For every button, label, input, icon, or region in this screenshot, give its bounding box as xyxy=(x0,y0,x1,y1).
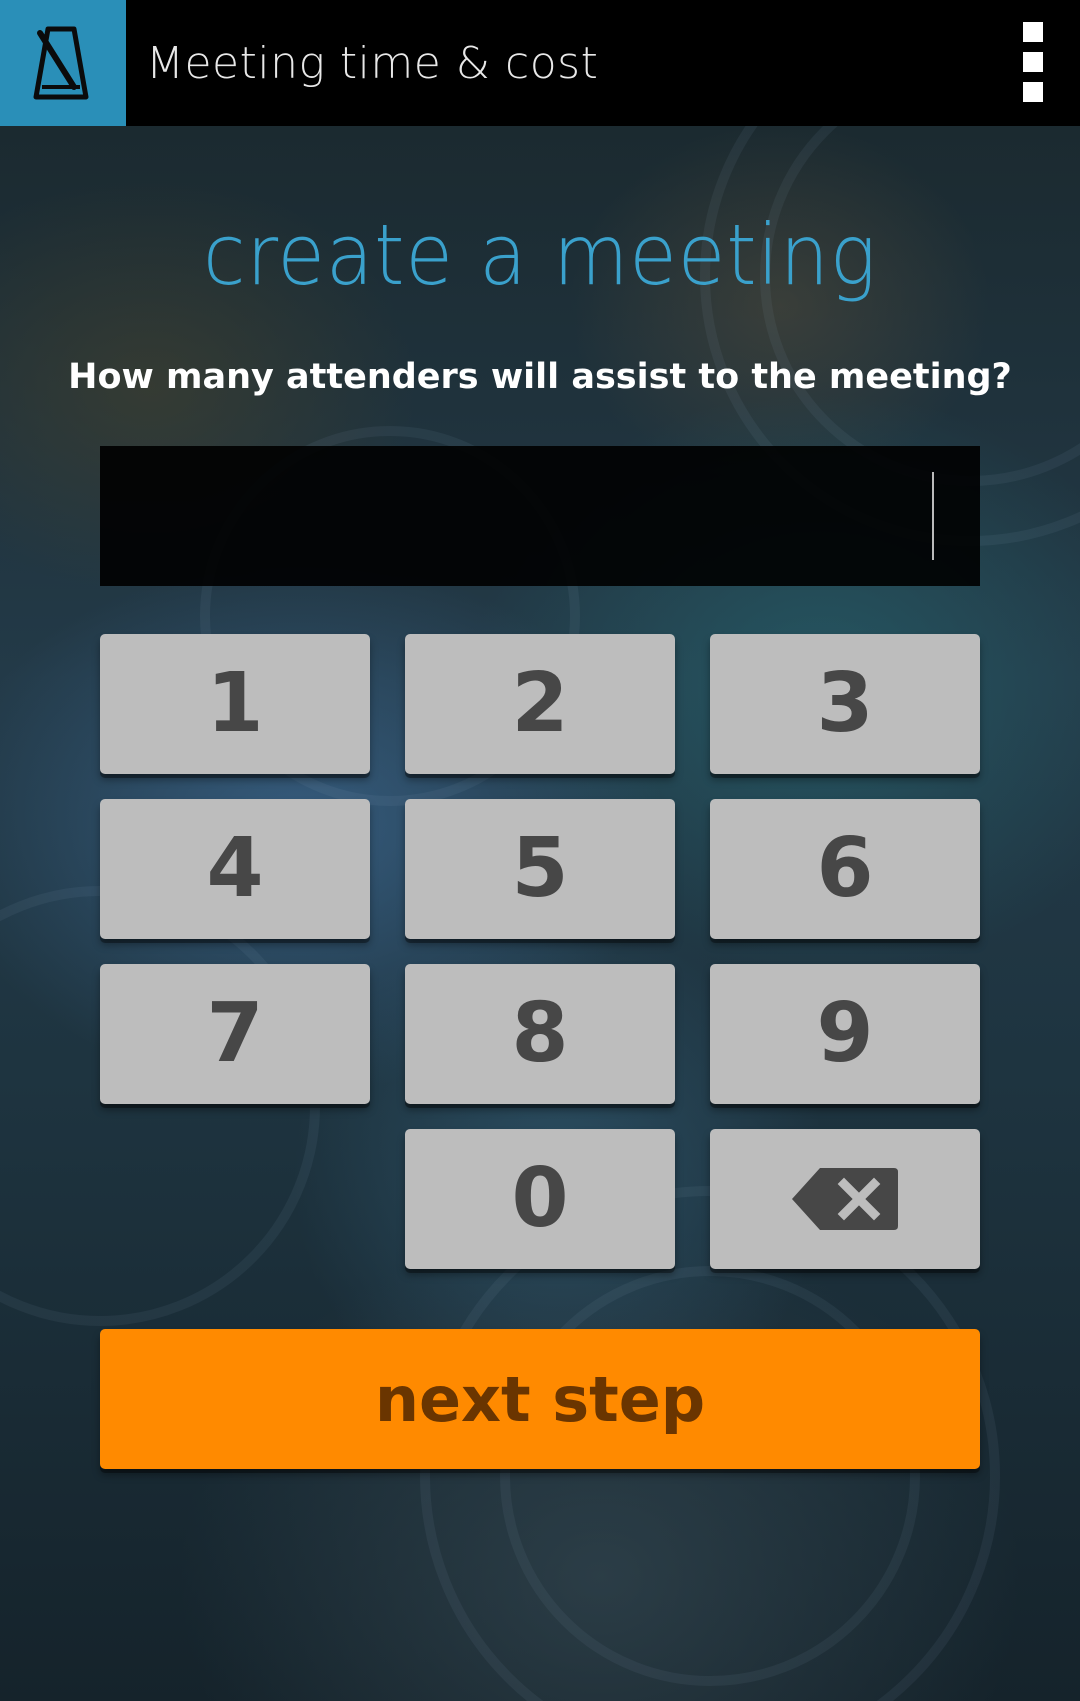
key-label: 6 xyxy=(816,821,874,916)
key-label: 3 xyxy=(816,656,874,751)
attenders-input[interactable] xyxy=(100,446,980,586)
key-7[interactable]: 7 xyxy=(100,964,370,1104)
key-label: 9 xyxy=(816,986,874,1081)
backspace-button[interactable] xyxy=(710,1129,980,1269)
key-5[interactable]: 5 xyxy=(405,799,675,939)
menu-dot xyxy=(1023,52,1043,72)
overflow-menu-icon[interactable] xyxy=(1016,22,1050,102)
key-label: 5 xyxy=(511,821,569,916)
app-bar: Meeting time & cost xyxy=(0,0,1080,126)
text-cursor xyxy=(932,472,934,560)
key-label: 7 xyxy=(206,986,264,1081)
page-heading: create a meeting xyxy=(202,206,878,304)
key-label: 0 xyxy=(511,1151,569,1246)
metronome-icon[interactable] xyxy=(0,0,126,126)
key-1[interactable]: 1 xyxy=(100,634,370,774)
key-label: 4 xyxy=(206,821,264,916)
key-0[interactable]: 0 xyxy=(405,1129,675,1269)
menu-dot xyxy=(1023,22,1043,42)
menu-dot xyxy=(1023,82,1043,102)
backspace-icon xyxy=(792,1168,898,1230)
app-title: Meeting time & cost xyxy=(146,38,599,89)
next-step-button[interactable]: next step xyxy=(100,1329,980,1469)
key-4[interactable]: 4 xyxy=(100,799,370,939)
key-label: 1 xyxy=(206,656,264,751)
attenders-question: How many attenders will assist to the me… xyxy=(68,357,1012,397)
key-6[interactable]: 6 xyxy=(710,799,980,939)
key-label: 8 xyxy=(511,986,569,1081)
key-9[interactable]: 9 xyxy=(710,964,980,1104)
key-8[interactable]: 8 xyxy=(405,964,675,1104)
key-2[interactable]: 2 xyxy=(405,634,675,774)
key-3[interactable]: 3 xyxy=(710,634,980,774)
key-label: 2 xyxy=(511,656,569,751)
